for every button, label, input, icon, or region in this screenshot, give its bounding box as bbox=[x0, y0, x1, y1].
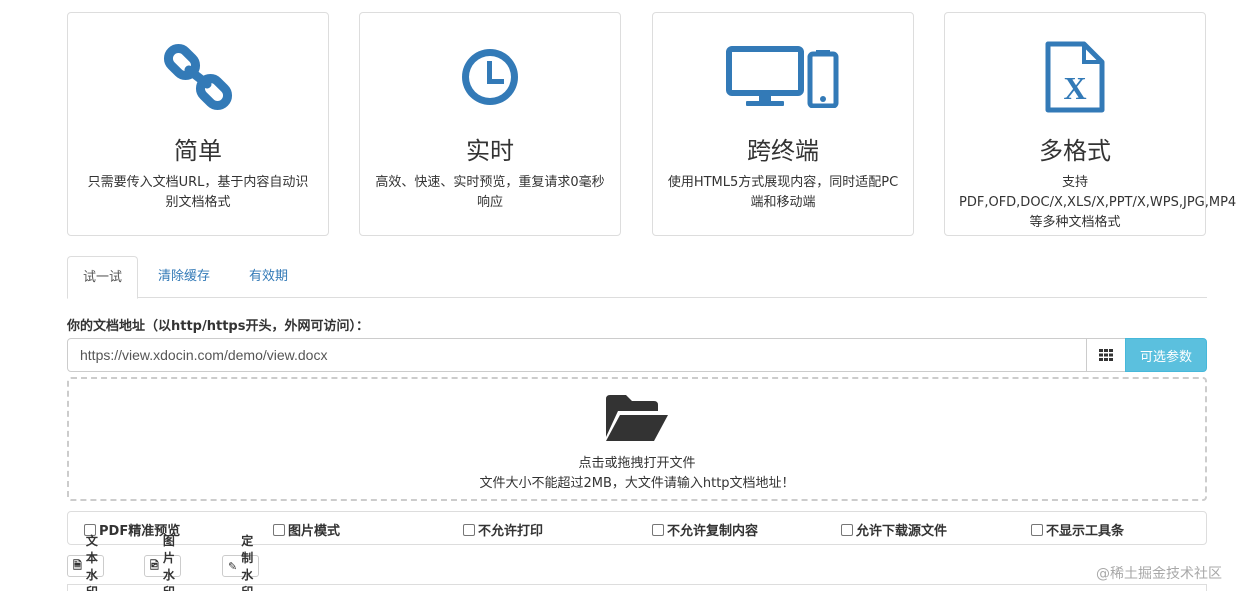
feature-cards: 简单 只需要传入文档URL，基于内容自动识别文档格式 实时 高效、快速、实时预览… bbox=[67, 12, 1237, 236]
folder-open-icon bbox=[604, 393, 670, 447]
option-label: 不允许复制内容 bbox=[667, 524, 759, 539]
tab-try[interactable]: 试一试 bbox=[67, 256, 139, 299]
option-label: 允许下载源文件 bbox=[856, 524, 948, 539]
image-icon: 🖻 bbox=[150, 558, 159, 572]
url-label: 你的文档地址（以http/https开头，外网可访问）： bbox=[67, 319, 369, 334]
link-icon bbox=[68, 35, 328, 119]
button-label: 定制水印 bbox=[241, 534, 254, 591]
button-label: 图片水印 bbox=[162, 534, 175, 591]
option-hide-toolbar[interactable]: 不显示工具条 bbox=[1031, 520, 1124, 539]
checkbox[interactable] bbox=[841, 523, 853, 536]
dropzone-hint: 点击或拖拽打开文件 bbox=[578, 456, 696, 471]
text-watermark-button[interactable]: 🗎 文本水印 bbox=[67, 534, 104, 591]
url-input-group: 可选参数 bbox=[67, 338, 1207, 372]
grid-icon bbox=[1099, 349, 1113, 361]
preview-options: PDF精准预览 图片模式 不允许打印 不允许复制内容 允许下载源文件 不显示工具… bbox=[67, 511, 1207, 545]
file-dropzone[interactable]: 点击或拖拽打开文件 文件大小不能超过2MB，大文件请输入http文档地址！ bbox=[67, 377, 1207, 501]
feature-card-multi-format: X 多格式 支持PDF,OFD,DOC/X,XLS/X,PPT/X,WPS,JP… bbox=[944, 12, 1237, 236]
option-no-copy[interactable]: 不允许复制内容 bbox=[652, 520, 758, 539]
checkbox[interactable] bbox=[463, 523, 475, 536]
feature-title: 跨终端 bbox=[747, 137, 819, 165]
url-input[interactable] bbox=[67, 338, 1087, 372]
tab-bar: 试一试 清除缓存 有效期 bbox=[67, 256, 1207, 299]
dropzone-size-hint: 文件大小不能超过2MB，大文件请输入http文档地址！ bbox=[479, 476, 795, 491]
feature-title: 简单 bbox=[174, 137, 222, 165]
feature-desc: 使用HTML5方式展现内容，同时适配PC端和移动端 bbox=[667, 175, 899, 210]
option-label: 不允许打印 bbox=[478, 524, 544, 539]
option-image-mode[interactable]: 图片模式 bbox=[273, 520, 340, 539]
clock-icon bbox=[360, 35, 620, 119]
excel-file-icon: X bbox=[945, 35, 1205, 119]
checkbox[interactable] bbox=[273, 523, 285, 536]
svg-text:X: X bbox=[1063, 70, 1086, 106]
option-label: 图片模式 bbox=[288, 524, 341, 539]
custom-watermark-button[interactable]: ✎ 定制水印 bbox=[222, 534, 260, 591]
feature-desc: 只需要传入文档URL，基于内容自动识别文档格式 bbox=[87, 175, 309, 210]
bottom-panel-edge bbox=[67, 584, 1207, 591]
feature-desc: 支持PDF,OFD,DOC/X,XLS/X,PPT/X,WPS,JPG,MP4等… bbox=[959, 175, 1237, 230]
tab-clear-cache[interactable]: 清除缓存 bbox=[143, 256, 225, 298]
feature-title: 实时 bbox=[466, 137, 514, 165]
devices-icon bbox=[653, 35, 913, 119]
option-label: 不显示工具条 bbox=[1046, 524, 1125, 539]
feature-card-simple: 简单 只需要传入文档URL，基于内容自动识别文档格式 bbox=[67, 12, 329, 236]
image-watermark-button[interactable]: 🖻 图片水印 bbox=[144, 534, 181, 591]
edit-icon: ✎ bbox=[228, 559, 238, 573]
option-no-print[interactable]: 不允许打印 bbox=[463, 520, 543, 539]
grid-button[interactable] bbox=[1086, 338, 1126, 372]
optional-params-button[interactable]: 可选参数 bbox=[1125, 338, 1207, 372]
feature-desc: 高效、快速、实时预览，重复请求0毫秒响应 bbox=[375, 175, 605, 210]
option-allow-download[interactable]: 允许下载源文件 bbox=[841, 520, 947, 539]
page-watermark: @稀土掘金技术社区 bbox=[1096, 566, 1222, 582]
feature-title: 多格式 bbox=[1039, 137, 1111, 165]
feature-card-cross-platform: 跨终端 使用HTML5方式展现内容，同时适配PC端和移动端 bbox=[652, 12, 914, 236]
tab-validity[interactable]: 有效期 bbox=[234, 256, 303, 298]
checkbox[interactable] bbox=[1031, 523, 1043, 536]
checkbox[interactable] bbox=[652, 523, 664, 536]
button-label: 文本水印 bbox=[85, 534, 98, 591]
file-text-icon: 🗎 bbox=[73, 558, 82, 572]
feature-card-realtime: 实时 高效、快速、实时预览，重复请求0毫秒响应 bbox=[359, 12, 621, 236]
